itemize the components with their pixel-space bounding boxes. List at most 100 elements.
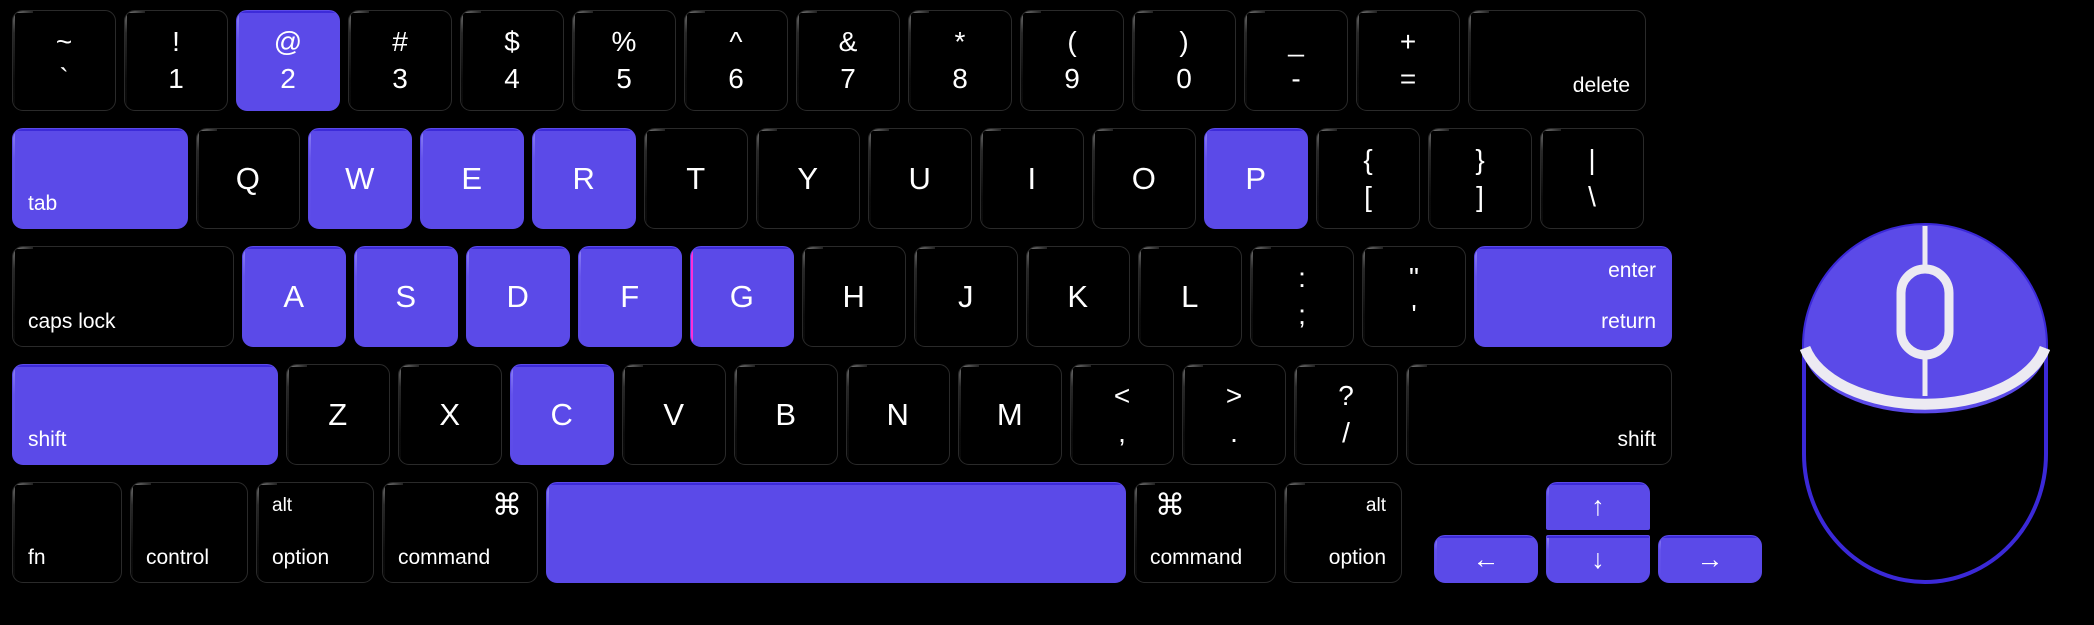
key-semicolon[interactable]: : ; <box>1250 246 1354 347</box>
command-glyph-icon: ⌘ <box>1155 489 1185 522</box>
key-3[interactable]: # 3 <box>348 10 452 111</box>
key-n[interactable]: N <box>846 364 950 465</box>
key-label-enter: enter <box>1608 259 1656 282</box>
key-legend-alt: alt <box>1365 495 1386 516</box>
key-1[interactable]: ! 1 <box>124 10 228 111</box>
key-f[interactable]: F <box>578 246 682 347</box>
key-legend-shifted: _ <box>1288 26 1304 57</box>
key-legend-base: ` <box>59 63 69 94</box>
key-label: fn <box>28 546 46 569</box>
key-q[interactable]: Q <box>196 128 300 229</box>
key-label: I <box>1027 160 1037 196</box>
key-label: } ] <box>1429 129 1531 228</box>
key-arrow-down[interactable]: ↓ <box>1546 535 1650 583</box>
key-8[interactable]: * 8 <box>908 10 1012 111</box>
key-e[interactable]: E <box>420 128 524 229</box>
key-9[interactable]: ( 9 <box>1020 10 1124 111</box>
key-legend-base: 3 <box>392 63 408 94</box>
key-label: * 8 <box>909 11 1011 110</box>
arrow-cluster-left: ← <box>1434 482 1546 583</box>
key-command-right[interactable]: ⌘ command <box>1134 482 1276 583</box>
key-4[interactable]: $ 4 <box>460 10 564 111</box>
key-arrow-right[interactable]: → <box>1658 535 1762 583</box>
key-z[interactable]: Z <box>286 364 390 465</box>
key-comma[interactable]: < , <box>1070 364 1174 465</box>
arrow-cluster-updown: ↑ ↓ <box>1546 482 1650 583</box>
key-0[interactable]: ) 0 <box>1132 10 1236 111</box>
key-m[interactable]: M <box>958 364 1062 465</box>
key-7[interactable]: & 7 <box>796 10 900 111</box>
key-y[interactable]: Y <box>756 128 860 229</box>
key-command-left[interactable]: ⌘ command <box>382 482 538 583</box>
key-space[interactable] <box>546 482 1126 583</box>
arrow-down-icon: ↓ <box>1591 543 1605 574</box>
key-i[interactable]: I <box>980 128 1084 229</box>
key-j[interactable]: J <box>914 246 1018 347</box>
key-label: ( 9 <box>1021 11 1123 110</box>
key-fn[interactable]: fn <box>12 482 122 583</box>
key-bracket-left[interactable]: { [ <box>1316 128 1420 229</box>
key-6[interactable]: ^ 6 <box>684 10 788 111</box>
key-a[interactable]: A <box>242 246 346 347</box>
key-period[interactable]: > . <box>1182 364 1286 465</box>
key-l[interactable]: L <box>1138 246 1242 347</box>
key-s[interactable]: S <box>354 246 458 347</box>
key-control[interactable]: control <box>130 482 248 583</box>
key-v[interactable]: V <box>622 364 726 465</box>
key-option-left[interactable]: alt option <box>256 482 374 583</box>
key-slash[interactable]: ? / <box>1294 364 1398 465</box>
mouse[interactable] <box>1799 196 2051 586</box>
key-2[interactable]: @ 2 <box>236 10 340 111</box>
key-tab[interactable]: tab <box>12 128 188 229</box>
key-label: @ 2 <box>237 11 339 110</box>
key-equal[interactable]: + = <box>1356 10 1460 111</box>
key-option-right[interactable]: alt option <box>1284 482 1402 583</box>
keyboard-row-bottom: fn control alt option ⌘ command ⌘ comman… <box>12 482 1770 583</box>
key-backtick[interactable]: ~ ` <box>12 10 116 111</box>
key-w[interactable]: W <box>308 128 412 229</box>
arrow-right-icon: → <box>1696 543 1724 574</box>
key-label: O <box>1131 160 1157 196</box>
key-legend-shifted: # <box>392 26 408 57</box>
key-bracket-right[interactable]: } ] <box>1428 128 1532 229</box>
key-c[interactable]: C <box>510 364 614 465</box>
key-quote[interactable]: " ' <box>1362 246 1466 347</box>
key-delete[interactable]: delete <box>1468 10 1646 111</box>
key-legend-shifted: ) <box>1179 26 1189 57</box>
key-label: % 5 <box>573 11 675 110</box>
key-shift-left[interactable]: shift <box>12 364 278 465</box>
key-backslash[interactable]: | \ <box>1540 128 1644 229</box>
key-legend-shifted: $ <box>504 26 520 57</box>
key-label: $ 4 <box>461 11 563 110</box>
key-h[interactable]: H <box>802 246 906 347</box>
key-o[interactable]: O <box>1092 128 1196 229</box>
key-arrow-left[interactable]: ← <box>1434 535 1538 583</box>
key-r[interactable]: R <box>532 128 636 229</box>
key-legend-base: - <box>1291 63 1301 94</box>
key-k[interactable]: K <box>1026 246 1130 347</box>
key-label: command <box>1150 546 1243 569</box>
key-d[interactable]: D <box>466 246 570 347</box>
key-return[interactable]: enter return <box>1474 246 1672 347</box>
key-t[interactable]: T <box>644 128 748 229</box>
key-u[interactable]: U <box>868 128 972 229</box>
key-p[interactable]: P <box>1204 128 1308 229</box>
key-label: H <box>842 278 866 314</box>
key-b[interactable]: B <box>734 364 838 465</box>
key-arrow-up[interactable]: ↑ <box>1546 482 1650 530</box>
key-caps-lock[interactable]: caps lock <box>12 246 234 347</box>
key-5[interactable]: % 5 <box>572 10 676 111</box>
key-g[interactable]: G <box>690 246 794 347</box>
key-label: E <box>461 160 483 196</box>
key-label: command <box>398 546 491 569</box>
key-label: D <box>506 278 530 314</box>
key-legend-base: ' <box>1411 299 1417 330</box>
key-label: delete <box>1572 74 1630 97</box>
key-shift-right[interactable]: shift <box>1406 364 1672 465</box>
key-minus[interactable]: _ - <box>1244 10 1348 111</box>
key-label: tab <box>28 192 58 215</box>
key-x[interactable]: X <box>398 364 502 465</box>
mouse-scroll-wheel[interactable] <box>1896 264 1954 360</box>
key-legend-shifted: " <box>1409 262 1419 293</box>
key-label: S <box>395 278 417 314</box>
